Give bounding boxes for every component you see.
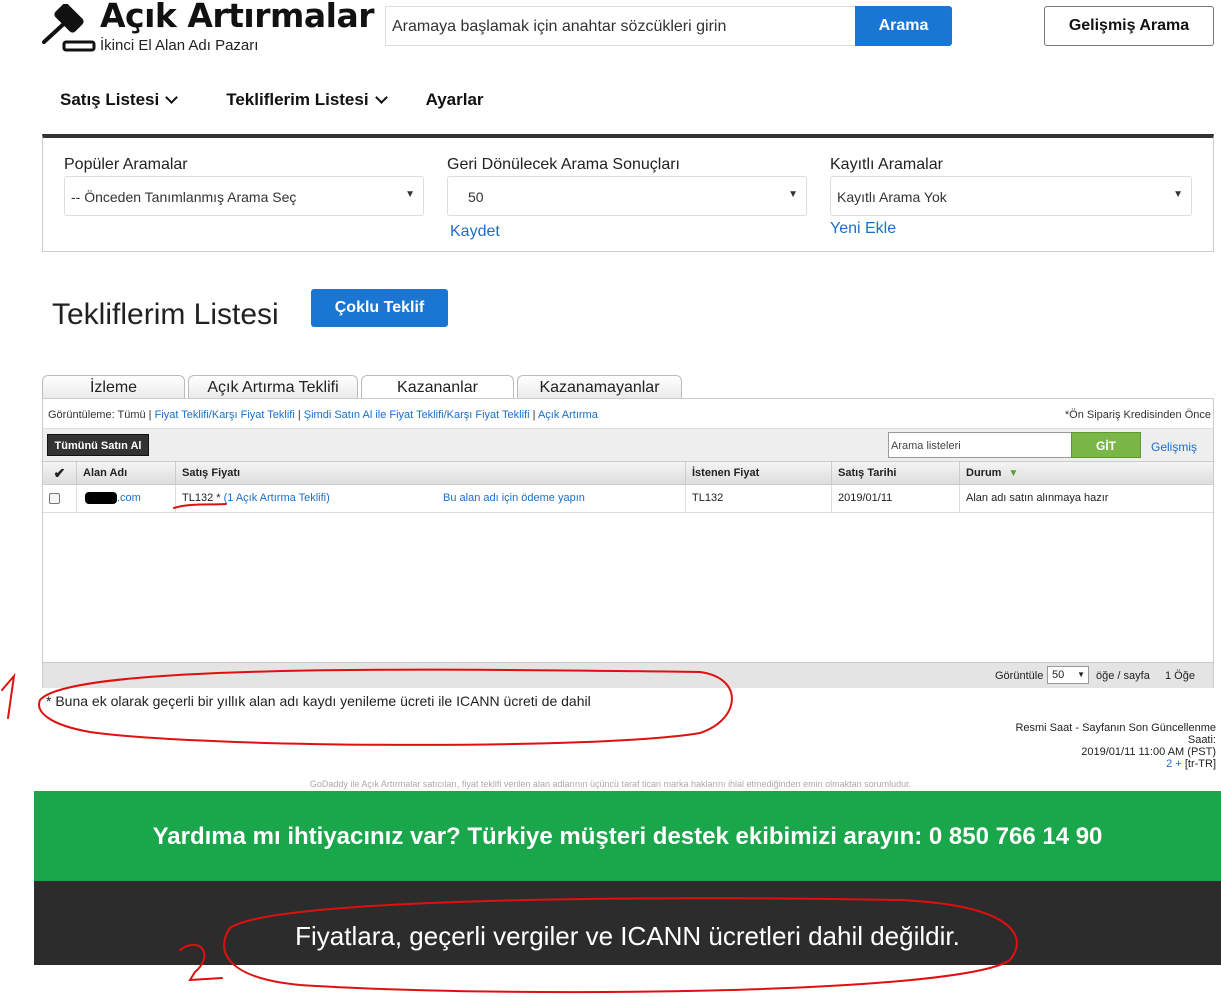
view-filter-auction-link[interactable]: Açık Artırma — [538, 409, 598, 421]
col-domain-name[interactable]: Alan Adı — [76, 462, 176, 485]
search-filter-panel: Popüler Aramalar -- Önceden Tanımlanmış … — [42, 134, 1214, 252]
grid-toolbar: Tümünü Satın Al Arama listeleri GİT Geli… — [43, 428, 1213, 461]
item-count: 1 Öğe — [1165, 670, 1195, 682]
results-count-label: Geri Dönülecek Arama Sonuçları — [447, 156, 680, 173]
view-filter-bar: Görüntüleme: Tümü | Fiyat Teklifi/Karşı … — [43, 399, 1213, 429]
server-time-value: 2019/01/11 11:00 AM (PST) — [1081, 746, 1216, 758]
nav-item-label: Ayarlar — [425, 90, 484, 109]
nav-item-label: Tekliflerim Listesi — [226, 90, 369, 109]
advanced-link[interactable]: Gelişmiş — [1151, 440, 1197, 454]
multi-bid-button[interactable]: Çoklu Teklif — [311, 289, 448, 327]
col-status-label: Durum — [966, 467, 1002, 479]
view-filter-offer-link[interactable]: Fiyat Teklifi/Karşı Fiyat Teklifi — [155, 409, 295, 421]
select-value: 50 — [468, 189, 484, 205]
popular-searches-select[interactable]: -- Önceden Tanımlanmış Arama Seç ▼ — [64, 176, 424, 216]
locale-label: [tr-TR] — [1181, 758, 1216, 770]
checkbox-box — [49, 492, 60, 504]
go-button[interactable]: GİT — [1071, 432, 1141, 458]
domain-link[interactable]: .com — [117, 492, 141, 504]
buy-all-button[interactable]: Tümünü Satın Al — [47, 434, 149, 456]
save-link[interactable]: Kaydet — [450, 223, 500, 241]
version-link[interactable]: 2 + — [1166, 758, 1182, 770]
main-nav: Satış Listesi Tekliflerim Listesi Ayarla… — [60, 90, 516, 110]
nav-item-bid-list[interactable]: Tekliflerim Listesi — [226, 90, 388, 110]
sale-date-cell: 2019/01/11 — [831, 485, 959, 512]
tab-lost[interactable]: Kazanamayanlar — [517, 375, 682, 399]
status-cell: Alan adı satın alınmaya hazır — [959, 485, 1214, 512]
popular-searches-label: Popüler Aramalar — [64, 156, 188, 173]
page-title: Tekliflerim Listesi — [52, 298, 279, 331]
add-new-link[interactable]: Yeni Ekle — [830, 220, 896, 238]
col-sale-price[interactable]: Satış Fiyatı — [175, 462, 689, 485]
results-count-select[interactable]: 50 ▼ — [447, 176, 807, 216]
col-asking-price[interactable]: İstenen Fiyat — [685, 462, 831, 485]
server-time-line: Resmi Saat - Sayfanın Son Güncellenme — [1015, 722, 1216, 734]
per-page-suffix: öğe / sayfa — [1096, 670, 1150, 682]
grid-footer: Görüntüle 50 ▼ öğe / sayfa 1 Öğe — [43, 662, 1213, 688]
view-filter-label: Görüntüleme: Tümü — [48, 409, 146, 421]
saved-searches-select[interactable]: Kayıtlı Arama Yok ▼ — [830, 176, 1192, 216]
gavel-icon — [42, 4, 96, 52]
dropdown-arrow-icon: ▼ — [1077, 670, 1085, 679]
annotation-digit-1-stroke — [1, 672, 16, 719]
legal-disclaimer: GoDaddy ile Açık Artırmalar satıcıları, … — [309, 779, 912, 789]
per-page-select[interactable]: 50 ▼ — [1047, 666, 1089, 684]
preorder-note: *Ön Sipariş Kredisinden Önce — [1064, 409, 1211, 421]
redacted-mark — [85, 492, 117, 505]
price-cell: TL132 * (1 Açık Artırma Teklifi) Bu alan… — [175, 485, 689, 512]
server-time-line: Saati: — [1187, 734, 1216, 746]
nav-item-settings[interactable]: Ayarlar — [426, 90, 484, 110]
dropdown-arrow-icon: ▼ — [1173, 189, 1183, 200]
select-value: Kayıtlı Arama Yok — [837, 189, 947, 205]
saved-searches-label: Kayıtlı Aramalar — [830, 156, 943, 173]
app-title[interactable]: Açık Artırmalar — [100, 0, 375, 35]
advanced-search-button[interactable]: Gelişmiş Arama — [1044, 6, 1214, 46]
col-sale-date[interactable]: Satış Tarihi — [831, 462, 959, 485]
tax-banner: Fiyatlara, geçerli vergiler ve ICANN ücr… — [34, 881, 1221, 965]
fee-note: * Buna ek olarak geçerli bir yıllık alan… — [46, 693, 591, 709]
price-value: TL132 * — [182, 492, 221, 504]
table-header: ✔ Alan Adı Satış Fiyatı İstenen Fiyat Sa… — [43, 461, 1213, 485]
row-checkbox[interactable] — [43, 485, 76, 512]
select-value: -- Önceden Tanımlanmış Arama Seç — [71, 189, 297, 205]
support-banner: Yardıma mı ihtiyacınız var? Türkiye müşt… — [34, 791, 1221, 881]
listing-search-input[interactable]: Arama listeleri — [888, 432, 1072, 458]
select-all-checkbox[interactable]: ✔ — [43, 462, 76, 485]
nav-item-sales-list[interactable]: Satış Listesi — [60, 90, 179, 110]
tab-won[interactable]: Kazananlar — [361, 375, 514, 400]
tab-watching[interactable]: İzleme — [42, 375, 185, 399]
chevron-down-icon — [374, 91, 388, 104]
checkmark-icon: ✔ — [53, 465, 66, 481]
chevron-down-icon — [165, 91, 179, 104]
view-filter-buynow-link[interactable]: Şimdi Satın Al ile Fiyat Teklifi/Karşı F… — [304, 409, 530, 421]
pay-domain-link[interactable]: Bu alan adı için ödeme yapın — [443, 485, 585, 512]
search-button[interactable]: Arama — [855, 6, 952, 46]
app-subtitle: İkinci El Alan Adı Pazarı — [100, 37, 259, 54]
sort-desc-icon: ▼ — [1008, 468, 1019, 479]
col-status[interactable]: Durum ▼ — [959, 462, 1214, 485]
asking-price-cell: TL132 — [685, 485, 831, 512]
per-page-label: Görüntüle — [995, 670, 1044, 682]
tab-auction-bids[interactable]: Açık Artırma Teklifi — [188, 375, 358, 399]
dropdown-arrow-icon: ▼ — [788, 189, 798, 200]
select-value: 50 — [1052, 669, 1065, 681]
bids-grid: Görüntüleme: Tümü | Fiyat Teklifi/Karşı … — [42, 398, 1214, 688]
nav-item-label: Satış Listesi — [60, 90, 160, 109]
search-input[interactable]: Aramaya başlamak için anahtar sözcükleri… — [385, 6, 856, 46]
table-row: .com TL132 * (1 Açık Artırma Teklifi) Bu… — [43, 485, 1213, 513]
dropdown-arrow-icon: ▼ — [405, 189, 415, 200]
bid-count-link[interactable]: (1 Açık Artırma Teklifi) — [224, 492, 330, 504]
server-time: Resmi Saat - Sayfanın Son Güncellenme Sa… — [960, 722, 1216, 770]
domain-cell[interactable]: .com — [76, 485, 176, 512]
